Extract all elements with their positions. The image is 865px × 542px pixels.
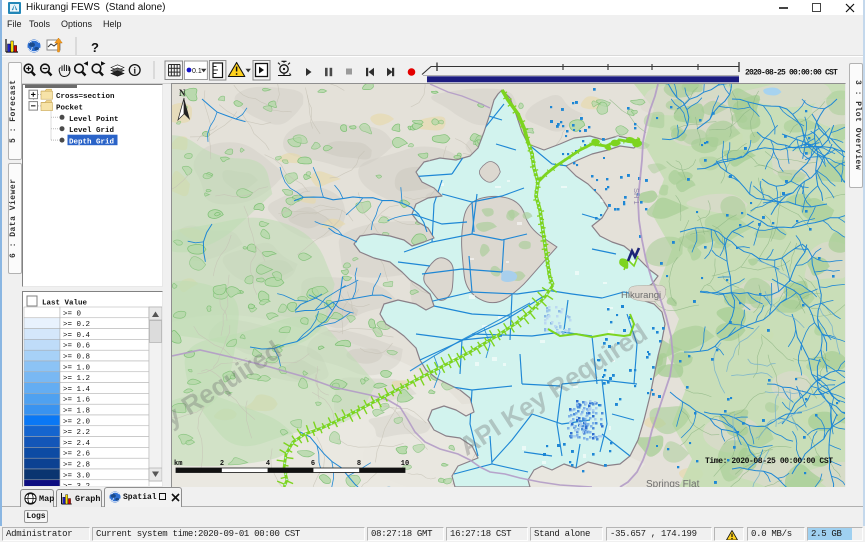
- svg-text:>= 3.2: >= 3.2: [63, 483, 90, 486]
- svg-text:?: ?: [91, 40, 99, 55]
- svg-text:8: 8: [357, 460, 361, 468]
- svg-text:Last Value: Last Value: [42, 300, 88, 308]
- svg-text:>= 1.4: >= 1.4: [63, 386, 91, 394]
- svg-text:Level Point: Level Point: [69, 116, 119, 124]
- svg-text:>= 0.6: >= 0.6: [63, 343, 91, 351]
- svg-text:>= 1.8: >= 1.8: [63, 408, 90, 416]
- svg-text:2: 2: [220, 460, 224, 468]
- svg-text:Level Grid: Level Grid: [69, 127, 114, 135]
- svg-text:Springs Flat: Springs Flat: [646, 479, 700, 487]
- svg-text:>= 2.2: >= 2.2: [63, 429, 90, 437]
- svg-text:>= 1.6: >= 1.6: [63, 397, 91, 405]
- svg-text:i: i: [133, 66, 136, 76]
- svg-text:km: km: [174, 460, 182, 468]
- svg-text:Hikurangi: Hikurangi: [621, 290, 661, 301]
- svg-text:6: 6: [311, 460, 315, 468]
- svg-text:Cross=section: Cross=section: [56, 93, 115, 101]
- svg-text:>= 1.0: >= 1.0: [63, 364, 91, 372]
- svg-text:Time: 2020-08-25 00:00:00 CST: Time: 2020-08-25 00:00:00 CST: [705, 457, 833, 466]
- svg-text:SH 1: SH 1: [632, 188, 641, 205]
- svg-text:>= 2.6: >= 2.6: [63, 451, 91, 459]
- svg-text:>= 3.0: >= 3.0: [63, 472, 91, 480]
- svg-text:2020-08-25 00:00:00 CST: 2020-08-25 00:00:00 CST: [745, 69, 838, 78]
- svg-text:4: 4: [266, 460, 270, 468]
- svg-text:Depth Grid: Depth Grid: [69, 139, 114, 147]
- svg-text:>= 0: >= 0: [63, 310, 82, 318]
- svg-text:>= 1.2: >= 1.2: [63, 375, 90, 383]
- svg-text:N: N: [179, 88, 186, 98]
- svg-text:>= 0.4: >= 0.4: [63, 332, 91, 340]
- svg-text:10: 10: [401, 460, 409, 468]
- svg-text:0.1: 0.1: [192, 68, 202, 75]
- svg-text:Pocket: Pocket: [56, 104, 83, 112]
- svg-text:>= 0.8: >= 0.8: [63, 354, 90, 362]
- svg-text:>= 2.0: >= 2.0: [63, 418, 91, 426]
- svg-text:>= 2.8: >= 2.8: [63, 462, 90, 470]
- svg-text:>= 0.2: >= 0.2: [63, 321, 90, 329]
- svg-text:>= 2.4: >= 2.4: [63, 440, 91, 448]
